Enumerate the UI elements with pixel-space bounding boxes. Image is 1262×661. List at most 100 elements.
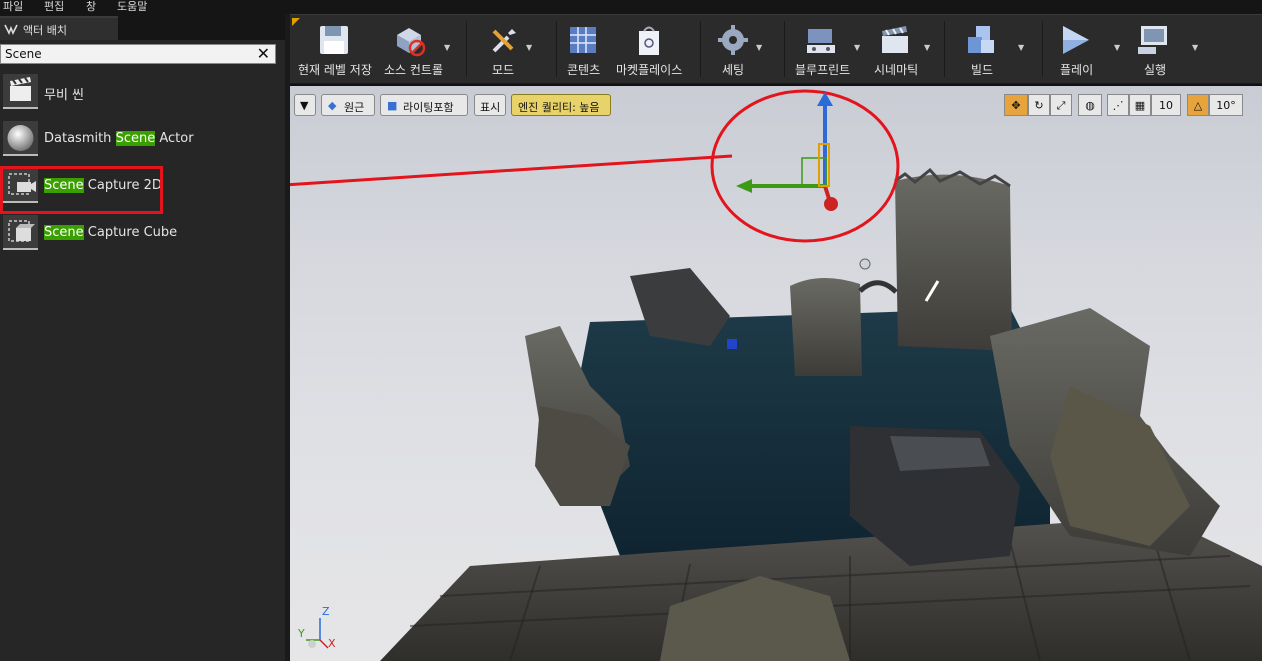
search-input[interactable]: Scene ✕ xyxy=(0,44,276,64)
main-toolbar: 현재 레벨 저장 ▼ 소스 컨트롤 ▼ 모드 콘텐츠 마켓플레이스 ▼ 세팅 ▼… xyxy=(290,14,1262,83)
grid-snap-value[interactable]: 10 xyxy=(1151,94,1181,116)
menu-help[interactable]: 도움말 xyxy=(117,0,147,14)
list-item-label: 무비 씬 xyxy=(44,88,85,103)
close-icon[interactable]: ✕ xyxy=(257,44,270,63)
list-item-label: Scene Capture 2D xyxy=(44,178,162,193)
chevron-down-icon[interactable]: ▼ xyxy=(1114,43,1120,52)
chevron-down-icon[interactable]: ▼ xyxy=(1018,43,1024,52)
clapperboard-icon xyxy=(882,26,908,53)
move-icon: ✥ xyxy=(1011,99,1021,112)
source-control-button[interactable]: ▼ 소스 컨트롤 xyxy=(378,15,460,83)
chevron-down-icon[interactable]: ▼ xyxy=(526,43,532,52)
scene-capture-cube-icon xyxy=(3,215,38,250)
play-icon xyxy=(1063,26,1089,54)
cubes-icon xyxy=(968,26,994,53)
angle-icon: △ xyxy=(1193,99,1203,112)
tab-label: 액터 배치 xyxy=(23,24,67,37)
monitor-gamepad-icon xyxy=(1138,26,1167,54)
menu-file[interactable]: 파일 xyxy=(3,0,23,14)
perspective-icon: ◆ xyxy=(328,99,337,112)
chevron-down-icon[interactable]: ▼ xyxy=(854,43,860,52)
settings-button[interactable]: ▼ 세팅 xyxy=(706,15,772,83)
save-current-level-button[interactable]: 현재 레벨 저장 xyxy=(290,15,378,83)
source-control-icon xyxy=(397,28,426,57)
toolbar-label: 모드 xyxy=(492,63,515,77)
scale-icon: ⤢ xyxy=(1056,99,1066,112)
grid-snap-toggle[interactable]: ▦ xyxy=(1129,94,1151,116)
cube-icon: ■ xyxy=(387,99,398,112)
chevron-down-icon: ▼ xyxy=(300,99,309,112)
toolbar-label: 현재 레벨 저장 xyxy=(298,63,372,77)
chevron-down-icon[interactable]: ▼ xyxy=(444,43,450,52)
floppy-disk-icon xyxy=(320,26,348,54)
rotation-snap-label: 10° xyxy=(1216,99,1236,112)
search-value: Scene xyxy=(5,47,42,61)
list-item-datasmith-scene-actor[interactable]: Datasmith Scene Actor xyxy=(0,117,280,161)
toolbar-label: 플레이 xyxy=(1060,63,1094,77)
toolbar-label: 콘텐츠 xyxy=(567,63,601,77)
level-viewport[interactable]: ▼ ◆ 원근 ■ 라이팅포함 표시 엔진 퀄리티: 높음 ✥ ↻ ⤢ ◍ ⋰ ▦… xyxy=(290,86,1262,661)
list-item-scene-capture-2d[interactable]: Scene Capture 2D xyxy=(0,164,280,208)
toolbar-separator xyxy=(556,21,557,77)
toolbar-separator xyxy=(1042,21,1043,77)
axis-x-label: X xyxy=(328,637,336,650)
list-item-label: Scene Capture Cube xyxy=(44,225,178,240)
toolbar-grip-icon xyxy=(292,18,300,26)
engine-quality-badge[interactable]: 엔진 퀄리티: 높음 xyxy=(511,94,611,116)
show-label: 표시 xyxy=(480,101,501,114)
content-button[interactable]: 콘텐츠 xyxy=(562,15,608,83)
scene-capture-icon xyxy=(3,168,38,203)
list-item-movie-scene[interactable]: 무비 씬 xyxy=(0,70,280,114)
perspective-label: 원근 xyxy=(344,101,365,114)
launch-button[interactable]: ▼ 실행 xyxy=(1130,15,1206,83)
world-local-toggle[interactable]: ◍ xyxy=(1078,94,1102,116)
toolbar-separator xyxy=(700,21,701,77)
chevron-down-icon[interactable]: ▼ xyxy=(924,43,930,52)
toolbar-separator xyxy=(466,21,467,77)
grid-icon: ▦ xyxy=(1134,99,1146,112)
build-button[interactable]: ▼ 빌드 xyxy=(950,15,1032,83)
viewport-options-button[interactable]: ▼ xyxy=(294,94,316,116)
menu-bar: 파일 편집 창 도움말 xyxy=(0,0,1262,14)
perspective-button[interactable]: ◆ 원근 xyxy=(321,94,375,116)
rotate-tool-button[interactable]: ↻ xyxy=(1028,94,1050,116)
menu-window[interactable]: 창 xyxy=(86,0,96,14)
rotation-snap-value[interactable]: 10° xyxy=(1209,94,1243,116)
translate-tool-button[interactable]: ✥ xyxy=(1004,94,1028,116)
scene-render xyxy=(290,89,1262,661)
modes-button[interactable]: ▼ 모드 xyxy=(472,15,550,83)
tab-place-actors[interactable]: 액터 배치 xyxy=(0,16,118,40)
cinematics-button[interactable]: ▼ 시네마틱 xyxy=(870,15,936,83)
unreal-logo-icon xyxy=(4,24,18,35)
menu-edit[interactable]: 편집 xyxy=(44,0,64,14)
chevron-down-icon[interactable]: ▼ xyxy=(756,43,762,52)
play-button[interactable]: ▼ 플레이 xyxy=(1050,15,1126,83)
toolbar-label: 소스 컨트롤 xyxy=(384,63,444,77)
surface-snap-icon: ⋰ xyxy=(1112,99,1124,112)
shopping-bag-icon xyxy=(639,26,659,55)
toolbar-label: 실행 xyxy=(1144,63,1167,77)
chevron-down-icon[interactable]: ▼ xyxy=(1192,43,1198,52)
grid-content-icon xyxy=(570,27,596,53)
rotation-snap-toggle[interactable]: △ xyxy=(1187,94,1209,116)
panel-tab-strip: 액터 배치 xyxy=(0,14,285,40)
list-item-scene-capture-cube[interactable]: Scene Capture Cube xyxy=(0,211,280,255)
toolbar-label: 빌드 xyxy=(971,63,994,77)
quality-label: 엔진 퀄리티: 높음 xyxy=(518,101,600,114)
lighting-mode-button[interactable]: ■ 라이팅포함 xyxy=(380,94,468,116)
axis-y-label: Y xyxy=(298,627,305,640)
surface-snap-button[interactable]: ⋰ xyxy=(1107,94,1129,116)
gamepad-icon xyxy=(807,29,835,53)
toolbar-label: 시네마틱 xyxy=(874,63,919,77)
globe-icon: ◍ xyxy=(1085,99,1095,112)
tools-icon xyxy=(492,29,516,53)
scale-tool-button[interactable]: ⤢ xyxy=(1050,94,1072,116)
gear-icon xyxy=(718,25,748,55)
place-actors-panel: 액터 배치 Scene ✕ 무비 씬 Datasmith Scene Actor xyxy=(0,14,285,661)
list-item-label: Datasmith Scene Actor xyxy=(44,131,194,146)
lighting-label: 라이팅포함 xyxy=(403,101,454,114)
axis-z-label: Z xyxy=(322,605,330,618)
show-button[interactable]: 표시 xyxy=(474,94,506,116)
marketplace-button[interactable]: 마켓플레이스 xyxy=(612,15,688,83)
blueprints-button[interactable]: ▼ 블루프린트 xyxy=(790,15,864,83)
